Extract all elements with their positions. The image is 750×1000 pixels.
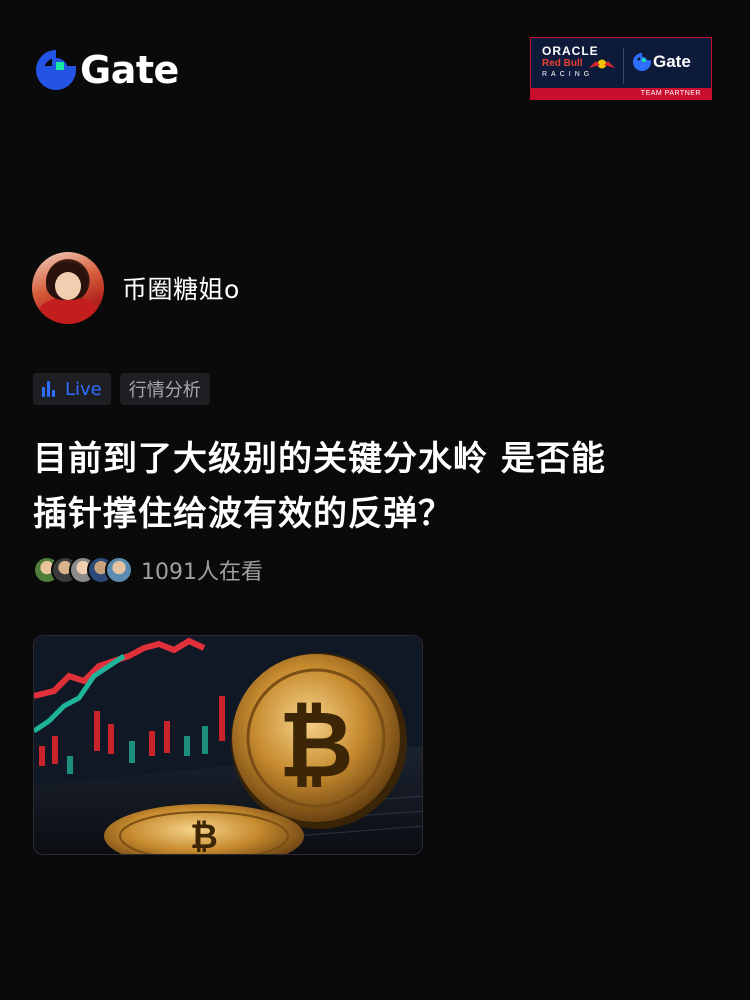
bitcoin-cover-illustration: ₿ ₿ — [34, 636, 422, 855]
oracle-wordmark: ORACLE — [542, 44, 599, 58]
team-partner-label: TEAM PARTNER — [531, 88, 711, 99]
gate-logo-text: Gate — [80, 48, 179, 92]
svg-text:₿: ₿ — [279, 691, 354, 798]
live-bars-icon — [42, 381, 57, 397]
viewer-count: 1091人在看 — [141, 560, 263, 585]
post-cover-image[interactable]: ₿ ₿ — [33, 635, 423, 855]
post-title-line-2: 插针撑住给波有效的反弹？ — [33, 494, 453, 534]
redbull-bulls-icon — [589, 59, 615, 69]
redbull-wordmark: Red Bull — [542, 58, 583, 69]
topic-tag[interactable]: 行情分析 — [119, 373, 210, 405]
team-partner-badge: ORACLE Red Bull RACING Gate TEAM PARTNER — [530, 37, 712, 100]
badge-divider — [623, 48, 624, 84]
post-title-line-1: 目前到了大级别的关键分水岭 是否能 — [33, 439, 606, 479]
live-tag-label: Live — [65, 378, 102, 400]
author-avatar[interactable] — [32, 252, 104, 324]
badge-gate-text: Gate — [653, 52, 691, 71]
gate-logo[interactable]: Gate — [36, 50, 179, 90]
author-row[interactable]: 币圈糖姐o — [32, 252, 240, 324]
svg-text:₿: ₿ — [190, 817, 218, 855]
viewer-avatar — [105, 556, 133, 584]
viewers-row: 1091人在看 — [33, 554, 263, 586]
gate-logo-icon — [36, 50, 76, 90]
author-name[interactable]: 币圈糖姐o — [122, 270, 240, 306]
live-tag[interactable]: Live — [33, 373, 111, 405]
topic-tag-label: 行情分析 — [128, 380, 201, 401]
post-title[interactable]: 目前到了大级别的关键分水岭 是否能 插针撑住给波有效的反弹？ — [33, 432, 723, 542]
gate-logo-small-icon — [633, 53, 651, 71]
tag-row: Live 行情分析 — [33, 373, 219, 405]
racing-wordmark: RACING — [542, 71, 594, 78]
viewer-avatars — [33, 556, 133, 584]
badge-gate-logo: Gate — [633, 52, 691, 72]
